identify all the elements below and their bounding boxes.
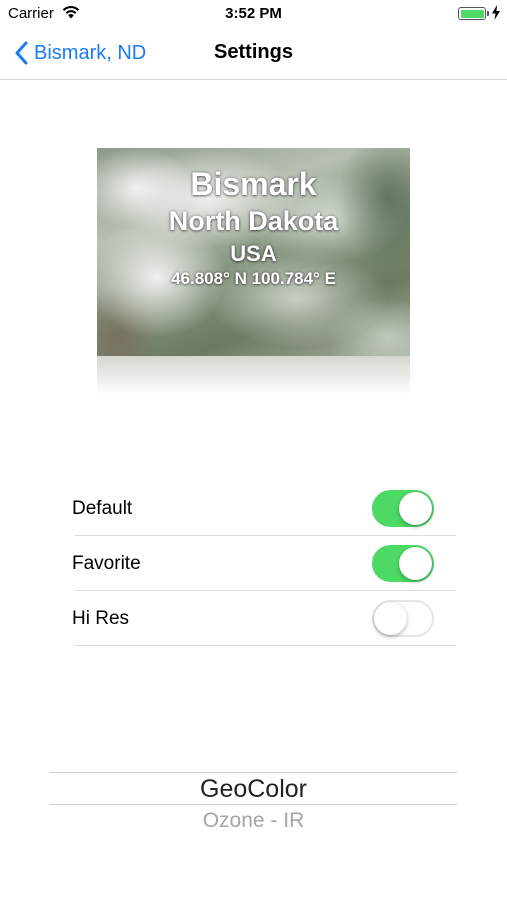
battery-icon [458, 7, 489, 20]
row-divider [75, 645, 456, 646]
picker-selected-option[interactable]: GeoColor [50, 775, 457, 804]
status-bar: Carrier 3:52 PM [0, 0, 507, 28]
setting-row-default: Default [72, 481, 456, 536]
page-title: Settings [214, 41, 293, 63]
setting-label-favorite: Favorite [72, 553, 141, 574]
setting-label-hi-res: Hi Res [72, 608, 130, 629]
picker-top-line [50, 772, 457, 773]
picker-next-option[interactable]: Ozone - IR [50, 809, 457, 833]
toggle-favorite[interactable] [372, 545, 434, 582]
image-country-label: USA [230, 241, 277, 266]
charging-bolt-icon [492, 5, 500, 20]
toggle-hi-res[interactable] [372, 600, 434, 637]
navigation-bar: Bismark, ND Settings [0, 28, 507, 80]
image-city-label: Bismark [190, 166, 317, 202]
image-coordinates-label: 46.808° N 100.784° E [171, 269, 336, 288]
picker-bottom-line [50, 804, 457, 805]
image-reflection [97, 356, 410, 400]
setting-row-favorite: Favorite [72, 536, 456, 591]
satellite-image: Bismark North Dakota USA 46.808° N 100.7… [97, 148, 410, 356]
image-state-label: North Dakota [168, 206, 339, 236]
status-time: 3:52 PM [225, 5, 282, 22]
setting-label-default: Default [72, 498, 133, 519]
image-type-picker[interactable]: GeoColor Ozone - IR [50, 760, 457, 850]
setting-row-hi-res: Hi Res [72, 591, 456, 646]
toggle-default[interactable] [372, 490, 434, 527]
